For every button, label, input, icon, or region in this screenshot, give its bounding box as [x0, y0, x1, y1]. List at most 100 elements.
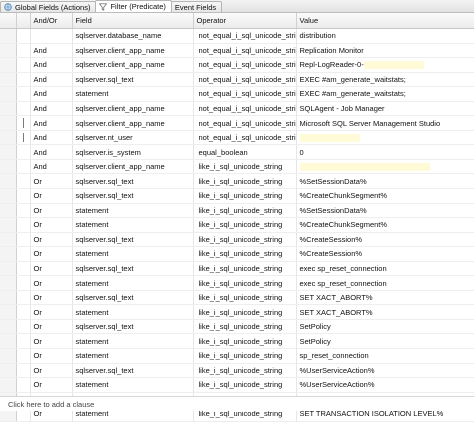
value-cell[interactable]: [296, 159, 474, 175]
field-cell[interactable]: sqlserver.sql_text: [72, 290, 194, 306]
column-header-andor[interactable]: And/Or: [30, 13, 73, 29]
field-cell[interactable]: statement: [72, 203, 194, 219]
operator-cell[interactable]: like_i_sql_unicode_string: [193, 232, 297, 248]
row-selector[interactable]: [0, 72, 17, 88]
row-selector[interactable]: [0, 363, 17, 379]
andor-cell[interactable]: Or: [30, 203, 73, 219]
row-selector[interactable]: [0, 246, 17, 262]
row-selector[interactable]: [0, 28, 17, 44]
value-cell[interactable]: %CreateChunkSegment%: [296, 188, 474, 204]
table-row[interactable]: And sqlserver.is_system equal_boolean 0: [0, 144, 474, 160]
column-header-operator[interactable]: Operator: [193, 13, 297, 29]
table-row[interactable]: Orsqlserver.sql_textlike_i_sql_unicode_s…: [0, 232, 474, 248]
operator-cell[interactable]: like_i_sql_unicode_string: [193, 319, 297, 335]
field-cell[interactable]: sqlserver.client_app_name: [72, 159, 194, 175]
value-cell[interactable]: %CreateSession%: [296, 246, 474, 262]
table-row[interactable]: Orsqlserver.sql_textlike_i_sql_unicode_s…: [0, 319, 474, 335]
table-row[interactable]: Or statement like_i_sql_unicode_string SetP…: [0, 333, 474, 350]
table-row[interactable]: And sqlserver.client_app_name not_equal_i_…: [0, 115, 474, 131]
value-cell[interactable]: %UserServiceAction%: [296, 363, 474, 379]
field-cell[interactable]: sqlserver.sql_text: [72, 232, 194, 248]
andor-cell[interactable]: Or: [30, 217, 73, 233]
row-selector[interactable]: [0, 304, 17, 320]
field-cell[interactable]: sqlserver.sql_text: [72, 319, 194, 335]
andor-cell[interactable]: And: [30, 130, 73, 146]
operator-cell[interactable]: not_equal_i_sql_unicode_string: [193, 86, 297, 102]
row-selector[interactable]: [0, 333, 17, 350]
table-row[interactable]: And sqlserver.client_app_name not_equal_i_…: [0, 43, 474, 59]
field-cell[interactable]: statement: [72, 377, 194, 393]
table-row[interactable]: And sqlserver.nt_user not_equal_i_sql_unic…: [0, 130, 474, 146]
andor-cell[interactable]: And: [30, 144, 73, 160]
field-cell[interactable]: sqlserver.database_name: [72, 28, 194, 44]
table-row[interactable]: sqlserver.database_name not_equal_i_sql_u…: [0, 28, 474, 44]
value-cell[interactable]: %CreateChunkSegment%: [296, 217, 474, 233]
field-cell[interactable]: sqlserver.nt_user: [72, 130, 194, 146]
operator-cell[interactable]: like_i_sql_unicode_string: [193, 333, 297, 350]
andor-cell[interactable]: Or: [30, 304, 73, 320]
field-cell[interactable]: statement: [72, 275, 194, 291]
value-cell[interactable]: %SetSessionData%: [296, 203, 474, 219]
row-selector[interactable]: [0, 115, 17, 131]
value-cell[interactable]: Replication Monitor: [296, 43, 474, 59]
table-row[interactable]: Or statement like_i_sql_unicode_string %Cre…: [0, 217, 474, 233]
row-selector[interactable]: [0, 217, 17, 233]
value-cell[interactable]: %SetSessionData%: [296, 173, 474, 190]
operator-cell[interactable]: not_equal_i_sql_unicode_string: [193, 57, 297, 73]
value-cell[interactable]: distribution: [296, 28, 474, 44]
operator-cell[interactable]: like_i_sql_unicode_string: [193, 377, 297, 393]
tab-event-fields[interactable]: Event Fields: [170, 1, 223, 12]
row-selector[interactable]: [0, 159, 17, 175]
field-cell[interactable]: statement: [72, 333, 194, 350]
value-cell[interactable]: exec sp_reset_connection: [296, 275, 474, 291]
add-clause-label[interactable]: Click here to add a clause: [8, 400, 94, 409]
andor-cell[interactable]: Or: [30, 232, 73, 248]
andor-cell[interactable]: And: [30, 86, 73, 102]
operator-cell[interactable]: like_i_sql_unicode_string: [193, 217, 297, 233]
column-header-value[interactable]: Value: [296, 13, 474, 29]
field-cell[interactable]: statement: [72, 304, 194, 320]
andor-cell[interactable]: Or: [30, 363, 73, 379]
field-cell[interactable]: sqlserver.sql_text: [72, 188, 194, 204]
row-selector[interactable]: [0, 232, 17, 248]
field-cell[interactable]: statement: [72, 348, 194, 364]
operator-cell[interactable]: like_i_sql_unicode_string: [193, 261, 297, 277]
andor-cell[interactable]: Or: [30, 377, 73, 393]
andor-cell[interactable]: And: [30, 159, 73, 175]
row-selector[interactable]: [0, 173, 17, 190]
value-cell[interactable]: sp_reset_connection: [296, 348, 474, 364]
table-row[interactable]: And sqlserver.client_app_name not_equal_i_…: [0, 57, 474, 73]
field-cell[interactable]: sqlserver.sql_text: [72, 173, 194, 190]
andor-cell[interactable]: And: [30, 43, 73, 59]
operator-cell[interactable]: not_equal_i_sql_unicode_string: [193, 72, 297, 88]
operator-cell[interactable]: like_i_sql_unicode_string: [193, 290, 297, 306]
andor-cell[interactable]: Or: [30, 173, 73, 190]
value-cell[interactable]: SetPolicy: [296, 333, 474, 350]
andor-cell[interactable]: Or: [30, 261, 73, 277]
field-cell[interactable]: sqlserver.client_app_name: [72, 101, 194, 117]
andor-cell[interactable]: Or: [30, 333, 73, 350]
table-row[interactable]: Or statement like_i_sql_unicode_string %Set…: [0, 203, 474, 219]
value-cell[interactable]: SQLAgent - Job Manager: [296, 101, 474, 117]
value-cell[interactable]: EXEC #am_generate_waitstats;: [296, 72, 474, 88]
operator-cell[interactable]: like_i_sql_unicode_string: [193, 246, 297, 262]
table-row[interactable]: And statement not_equal_i_sql_unicode_stri…: [0, 86, 474, 102]
andor-cell[interactable]: Or: [30, 275, 73, 291]
value-cell[interactable]: 0: [296, 144, 474, 160]
table-row[interactable]: And sqlserver.client_app_name not_equal_i_…: [0, 101, 474, 117]
row-selector[interactable]: [0, 101, 17, 117]
field-cell[interactable]: sqlserver.client_app_name: [72, 115, 194, 131]
value-cell[interactable]: exec sp_reset_connection: [296, 261, 474, 277]
value-cell[interactable]: %UserServiceAction%: [296, 377, 474, 393]
operator-cell[interactable]: like_i_sql_unicode_string: [193, 363, 297, 379]
field-cell[interactable]: statement: [72, 86, 194, 102]
andor-cell[interactable]: Or: [30, 246, 73, 262]
andor-cell[interactable]: And: [30, 72, 73, 88]
add-clause-row[interactable]: Click here to add a clause: [0, 396, 474, 411]
andor-cell[interactable]: And: [30, 115, 73, 131]
andor-cell[interactable]: And: [30, 101, 73, 117]
value-cell[interactable]: SetPolicy: [296, 319, 474, 335]
row-selector[interactable]: [0, 261, 17, 277]
operator-cell[interactable]: like_i_sql_unicode_string: [193, 203, 297, 219]
operator-cell[interactable]: not_equal_i_sql_unicode_string: [193, 43, 297, 59]
